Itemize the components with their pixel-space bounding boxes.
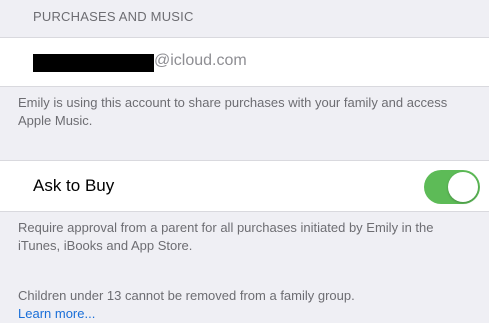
sharing-note: Emily is using this account to share pur… (18, 95, 448, 128)
section-header: PURCHASES AND MUSIC (33, 9, 194, 24)
account-email-row[interactable]: @icloud.com (0, 37, 489, 87)
ask-to-buy-label: Ask to Buy (33, 176, 115, 195)
ask-to-buy-note: Require approval from a parent for all p… (18, 220, 434, 253)
toggle-knob (448, 172, 478, 202)
removal-note: Children under 13 cannot be removed from… (18, 287, 473, 323)
removal-note-text: Children under 13 cannot be removed from… (18, 288, 355, 303)
ask-to-buy-toggle[interactable] (424, 170, 480, 204)
ask-to-buy-row: Ask to Buy (0, 160, 489, 212)
redacted-email-username (33, 54, 154, 72)
email-domain: @icloud.com (154, 52, 247, 69)
learn-more-link[interactable]: Learn more... (18, 306, 95, 321)
